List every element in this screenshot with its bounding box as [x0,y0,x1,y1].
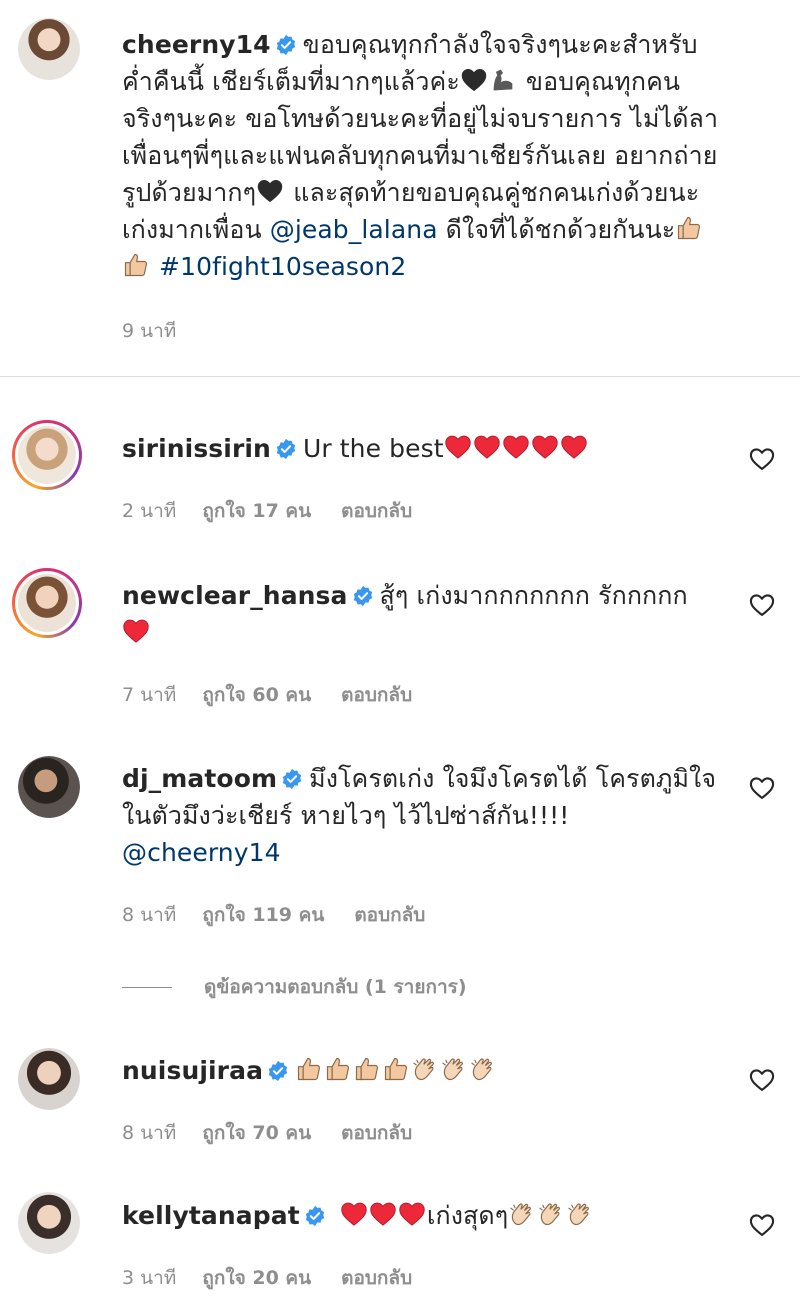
timestamp[interactable]: 9 นาที [122,316,176,346]
thumbs-up-icon [122,251,150,279]
comment-meta: 7 นาที ถูกใจ 60 คน ตอบกลับ [122,680,412,710]
thumbs-up-icon [382,1055,410,1083]
red-heart-icon [444,433,472,461]
red-heart-icon [473,433,501,461]
comment-body: newclear_hansa สู้ๆ เก่งมากกกกกกก รักกกกก [122,577,732,651]
comment-body: kellytanapat เก่งสุดๆ [122,1197,732,1234]
avatar[interactable] [12,568,82,638]
like-heart-icon[interactable] [748,445,776,473]
like-count[interactable]: ถูกใจ 17 คน [202,496,311,526]
avatar[interactable] [18,1192,80,1254]
comment-body: sirinissirin Ur the best [122,430,732,467]
like-count[interactable]: ถูกใจ 70 คน [202,1118,311,1148]
timestamp[interactable]: 8 นาที [122,1118,176,1148]
clapping-hands-icon [566,1200,594,1228]
comment-meta: 8 นาที ถูกใจ 119 คน ตอบกลับ [122,900,425,930]
timestamp[interactable]: 3 นาที [122,1263,176,1293]
caption-meta: 9 นาที [122,316,202,346]
comment-body: dj_matoom มึงโครตเก่ง ใจมึงโครตได้ โครตภู… [122,760,732,871]
verified-badge-icon [304,1205,326,1227]
reply-button[interactable]: ตอบกลับ [341,680,412,710]
verified-badge-icon [275,34,297,56]
black-heart-icon [460,66,488,94]
view-replies-label: ดูข้อความตอบกลับ (1 รายการ) [204,976,467,998]
comment-username[interactable]: kellytanapat [122,1201,300,1230]
red-heart-icon [531,433,559,461]
thumbs-up-icon [295,1055,323,1083]
black-heart-icon [256,177,284,205]
red-heart-icon [369,1200,397,1228]
avatar[interactable] [18,1048,80,1110]
comment-body: nuisujiraa [122,1052,732,1089]
red-heart-icon [560,433,588,461]
verified-badge-icon [281,768,303,790]
comment-username[interactable]: dj_matoom [122,764,277,793]
avatar[interactable] [12,420,82,490]
view-replies-line [122,986,172,988]
red-heart-icon [398,1200,426,1228]
reply-button[interactable]: ตอบกลับ [354,900,425,930]
comment-username[interactable]: sirinissirin [122,434,271,463]
divider [0,376,800,377]
reply-button[interactable]: ตอบกลับ [341,1118,412,1148]
like-heart-icon[interactable] [748,1211,776,1239]
comment-username[interactable]: nuisujiraa [122,1056,263,1085]
clapping-hands-icon [411,1055,439,1083]
timestamp[interactable]: 7 นาที [122,680,176,710]
comment-username[interactable]: newclear_hansa [122,581,348,610]
timestamp[interactable]: 8 นาที [122,900,176,930]
red-heart-icon [122,617,150,645]
like-heart-icon[interactable] [748,591,776,619]
avatar[interactable] [18,18,80,80]
flexed-biceps-icon [489,66,517,94]
reply-button[interactable]: ตอบกลับ [341,496,412,526]
hashtag-link[interactable]: #10fight10season2 [159,252,406,281]
like-count[interactable]: ถูกใจ 60 คน [202,680,311,710]
caption-username[interactable]: cheerny14 [122,30,271,59]
like-heart-icon[interactable] [748,1066,776,1094]
mention-link[interactable]: @cheerny14 [122,838,281,867]
comment-text: Ur the best [302,434,444,463]
verified-badge-icon [267,1060,289,1082]
comment-meta: 3 นาที ถูกใจ 20 คน ตอบกลับ [122,1263,412,1293]
view-replies-button[interactable]: ดูข้อความตอบกลับ (1 รายการ) [122,972,467,1002]
red-heart-icon [502,433,530,461]
thumbs-up-icon [324,1055,352,1083]
comment-text: เก่งสุดๆ [426,1201,509,1230]
like-count[interactable]: ถูกใจ 119 คน [202,900,324,930]
reply-button[interactable]: ตอบกลับ [341,1263,412,1293]
verified-badge-icon [352,585,374,607]
clapping-hands-icon [537,1200,565,1228]
red-heart-icon [340,1200,368,1228]
clapping-hands-icon [440,1055,468,1083]
clapping-hands-icon [508,1200,536,1228]
clapping-hands-icon [469,1055,497,1083]
comment-meta: 8 นาที ถูกใจ 70 คน ตอบกลับ [122,1118,412,1148]
verified-badge-icon [275,438,297,460]
like-count[interactable]: ถูกใจ 20 คน [202,1263,311,1293]
avatar[interactable] [18,756,80,818]
caption-text: ดีใจที่ได้ชกด้วยกันนะ [437,215,676,244]
thumbs-up-icon [675,214,703,242]
timestamp[interactable]: 2 นาที [122,496,176,526]
mention-link[interactable]: @jeab_lalana [270,215,438,244]
thumbs-up-icon [353,1055,381,1083]
comment-text: สู้ๆ เก่งมากกกกกกก รักกกกก [379,581,688,610]
like-heart-icon[interactable] [748,774,776,802]
comment-meta: 2 นาที ถูกใจ 17 คน ตอบกลับ [122,496,412,526]
